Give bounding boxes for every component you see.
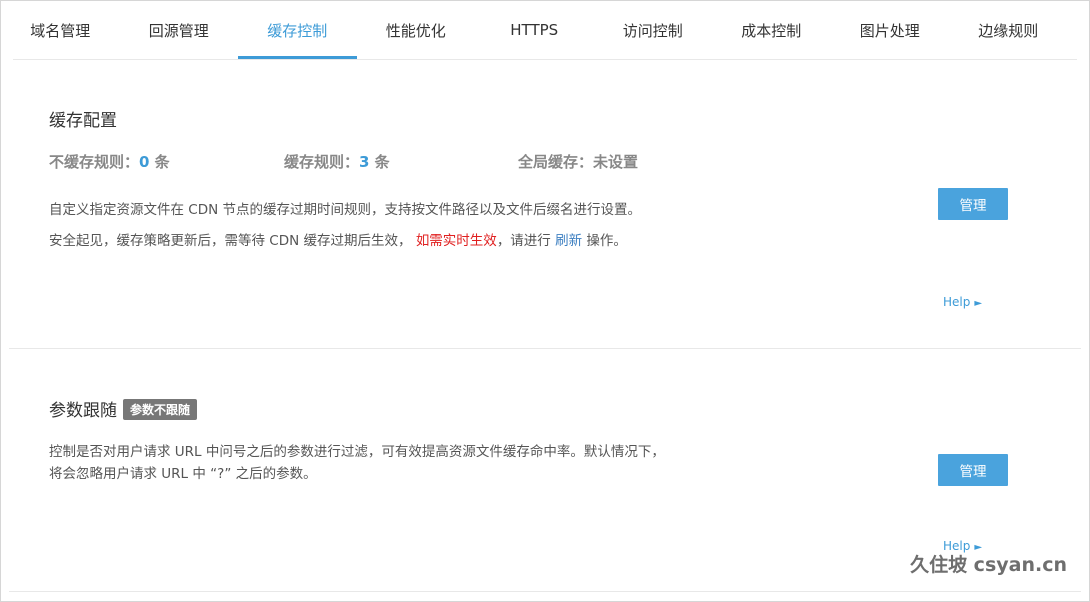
tab-access-control[interactable]: 访问控制 [594,1,713,59]
realtime-notice: 如需实时生效 [415,233,497,249]
global-cache-value: 未设置 [593,153,639,171]
cache-config-title: 缓存配置 [49,111,117,131]
cache-config-section: 缓存配置 不缓存规则：0 条 缓存规则：3 条 全局缓存：未设置 自定义指定资源… [9,61,1081,349]
cache-config-description: 自定义指定资源文件在 CDN 节点的缓存过期时间规则，支持按文件路径以及文件后缀… [49,202,642,218]
tab-bar: 域名管理 回源管理 缓存控制 性能优化 HTTPS 访问控制 成本控制 图片处理… [1,1,1089,59]
cache-help-link[interactable]: Help ► [943,295,982,309]
watermark: 久住坡 csyan.cn [910,554,1067,576]
param-manage-button[interactable]: 管理 [938,454,1008,486]
cache-stats: 不缓存规则：0 条 缓存规则：3 条 全局缓存：未设置 [49,151,749,171]
param-follow-status-badge: 参数不跟随 [123,399,198,420]
cache-rules-count: 3 [359,153,370,171]
param-follow-title: 参数跟随 [49,401,117,421]
param-follow-description-line2: 将会忽略用户请求 URL 中 “?” 之后的参数。 [49,466,317,482]
global-cache-label: 全局缓存： [518,153,594,171]
notice-text-c: 操作。 [586,233,627,249]
param-follow-description-line1: 控制是否对用户请求 URL 中问号之后的参数进行过滤，可有效提高资源文件缓存命中… [49,444,665,460]
tab-image-processing[interactable]: 图片处理 [831,1,950,59]
tab-origin-management[interactable]: 回源管理 [120,1,239,59]
cache-rules-unit: 条 [369,153,390,171]
tab-performance[interactable]: 性能优化 [357,1,476,59]
refresh-link[interactable]: 刷新 [555,233,582,249]
global-cache-stat: 全局缓存：未设置 [518,151,638,172]
cache-config-notice: 安全起见，缓存策略更新后，需等待 CDN 缓存过期后生效， 如需实时生效，请进行… [49,229,627,249]
tab-cache-control[interactable]: 缓存控制 [238,1,357,59]
cache-rules-label: 缓存规则： [284,153,360,171]
cache-help-label: Help [943,295,971,309]
tab-cost-control[interactable]: 成本控制 [712,1,831,59]
cache-rules-stat: 缓存规则：3 条 [284,151,390,172]
notice-text-a: 安全起见，缓存策略更新后，需等待 CDN 缓存过期后生效， [49,233,412,249]
no-cache-rules-unit: 条 [149,153,170,171]
no-cache-rules-label: 不缓存规则： [49,153,140,171]
play-arrow-icon: ► [974,298,983,309]
tab-divider [13,59,1077,60]
no-cache-rules-stat: 不缓存规则：0 条 [49,151,170,172]
no-cache-rules-count: 0 [139,153,150,171]
cache-manage-button[interactable]: 管理 [938,188,1008,220]
page-frame: 域名管理 回源管理 缓存控制 性能优化 HTTPS 访问控制 成本控制 图片处理… [0,0,1090,602]
notice-text-b: ，请进行 [496,233,551,249]
tab-edge-rules[interactable]: 边缘规则 [949,1,1068,59]
tab-https[interactable]: HTTPS [475,1,594,59]
param-follow-title-row: 参数跟随 参数不跟随 [49,396,198,421]
tab-domain-management[interactable]: 域名管理 [1,1,120,59]
